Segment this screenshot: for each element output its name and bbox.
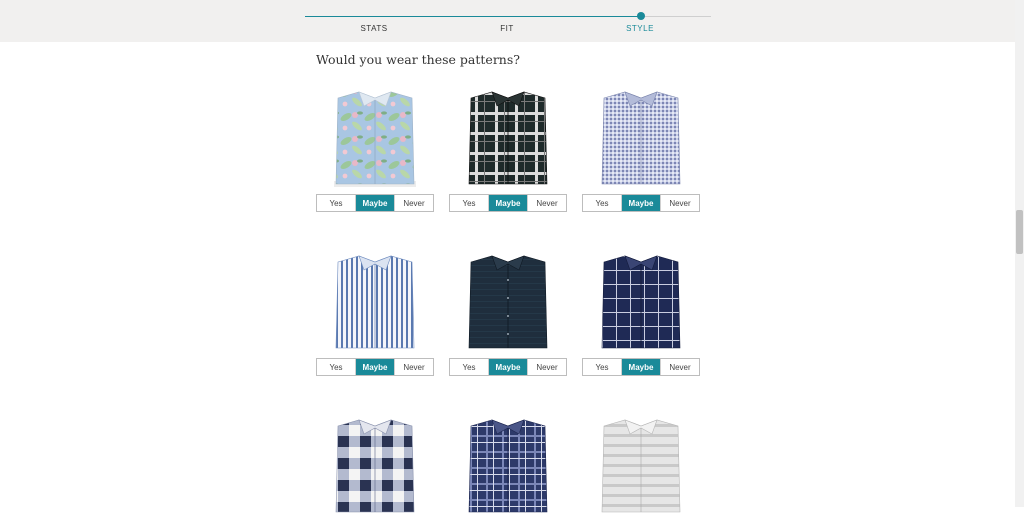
scrollbar-thumb[interactable] bbox=[1016, 210, 1023, 254]
option-yes[interactable]: Yes bbox=[583, 195, 621, 211]
shirt-image-buffalo-check bbox=[335, 419, 415, 513]
progress-current-dot bbox=[637, 12, 645, 20]
shirt-image-grey-stripe bbox=[601, 419, 681, 513]
rating-toggle: Yes Maybe Never bbox=[316, 358, 434, 376]
option-never[interactable]: Never bbox=[394, 195, 433, 211]
shirt-image-windowpane bbox=[601, 255, 681, 349]
step-fit[interactable]: FIT bbox=[477, 24, 537, 33]
option-yes[interactable]: Yes bbox=[450, 359, 488, 375]
progress-header: STATS FIT STYLE bbox=[0, 0, 1024, 42]
rating-toggle: Yes Maybe Never bbox=[449, 194, 567, 212]
rating-toggle: Yes Maybe Never bbox=[582, 358, 700, 376]
option-maybe[interactable]: Maybe bbox=[488, 195, 527, 211]
rating-toggle: Yes Maybe Never bbox=[316, 194, 434, 212]
option-maybe[interactable]: Maybe bbox=[621, 359, 660, 375]
option-maybe[interactable]: Maybe bbox=[488, 359, 527, 375]
rating-toggle: Yes Maybe Never bbox=[582, 194, 700, 212]
shirt-image-stripe bbox=[335, 255, 415, 349]
progress-fill bbox=[305, 16, 641, 17]
shirt-image-navy-solid bbox=[468, 255, 548, 349]
option-never[interactable]: Never bbox=[660, 359, 699, 375]
shirt-image-plaid bbox=[468, 91, 548, 185]
option-yes[interactable]: Yes bbox=[317, 359, 355, 375]
page-scrollbar[interactable] bbox=[1015, 0, 1024, 507]
option-maybe[interactable]: Maybe bbox=[355, 359, 394, 375]
option-never[interactable]: Never bbox=[660, 195, 699, 211]
option-maybe[interactable]: Maybe bbox=[621, 195, 660, 211]
option-yes[interactable]: Yes bbox=[317, 195, 355, 211]
option-never[interactable]: Never bbox=[527, 359, 566, 375]
shirt-image-floral bbox=[334, 91, 416, 187]
step-stats[interactable]: STATS bbox=[344, 24, 404, 33]
shirt-image-mini-check bbox=[601, 91, 681, 185]
step-style[interactable]: STYLE bbox=[610, 24, 670, 33]
question-heading: Would you wear these patterns? bbox=[316, 52, 520, 67]
shirt-image-tartan bbox=[468, 419, 548, 513]
option-yes[interactable]: Yes bbox=[450, 195, 488, 211]
option-maybe[interactable]: Maybe bbox=[355, 195, 394, 211]
option-yes[interactable]: Yes bbox=[583, 359, 621, 375]
option-never[interactable]: Never bbox=[394, 359, 433, 375]
rating-toggle: Yes Maybe Never bbox=[449, 358, 567, 376]
option-never[interactable]: Never bbox=[527, 195, 566, 211]
